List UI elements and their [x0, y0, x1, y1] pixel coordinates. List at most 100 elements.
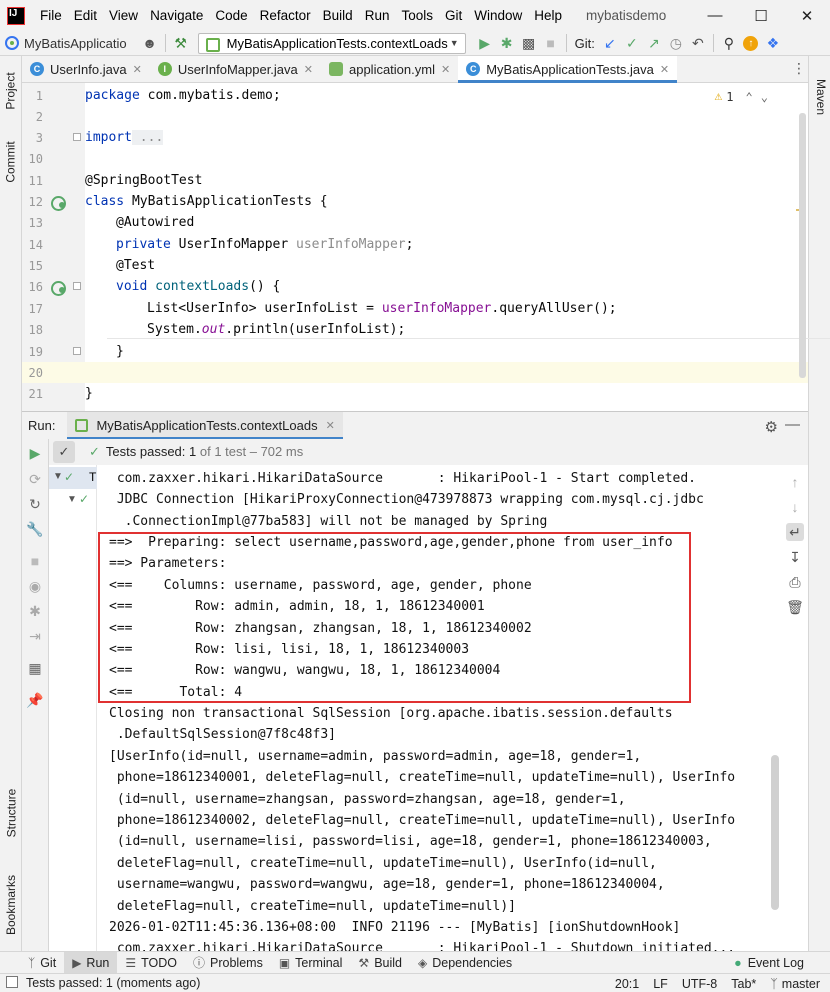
- close-tab-icon[interactable]: ✕: [441, 63, 450, 76]
- terminal-tool-button[interactable]: ▣ Terminal: [271, 952, 351, 974]
- tab-userinfomapper-java[interactable]: I UserInfoMapper.java ✕: [150, 56, 321, 82]
- debug-icon[interactable]: ✱: [26, 602, 44, 620]
- bookmarks-tool-tab[interactable]: Bookmarks: [0, 866, 22, 944]
- line-number: 14: [28, 237, 43, 252]
- fold-icon[interactable]: [73, 133, 81, 141]
- tool-button-label: Dependencies: [432, 955, 513, 970]
- todo-tool-button[interactable]: ☰ TODO: [117, 952, 185, 974]
- hide-panel-icon[interactable]: —: [785, 416, 800, 433]
- build-tool-button[interactable]: ⚒ Build: [350, 952, 410, 974]
- test-tree-root[interactable]: ▼ ✓ T: [49, 467, 97, 489]
- run-test-class-icon[interactable]: [51, 195, 66, 211]
- git-commit-icon[interactable]: ✓: [621, 32, 643, 54]
- update-icon[interactable]: ↑: [740, 32, 762, 54]
- fold-icon[interactable]: [73, 347, 81, 355]
- maximize-icon[interactable]: ☐: [738, 0, 784, 31]
- structure-tool-tab[interactable]: Structure: [0, 776, 22, 850]
- inspection-warnings[interactable]: ⚠ 1 ⌃ ⌄: [714, 89, 768, 104]
- menu-window[interactable]: Window: [468, 8, 528, 23]
- stop-icon[interactable]: ■: [540, 32, 562, 54]
- minimize-icon[interactable]: —: [692, 0, 738, 31]
- menu-git[interactable]: Git: [439, 8, 468, 23]
- toggle-autotest-icon[interactable]: ↻: [26, 495, 44, 513]
- project-tool-tab[interactable]: Project: [0, 62, 22, 120]
- arrow-down-icon[interactable]: ↓: [786, 498, 804, 516]
- more-tabs-icon[interactable]: ⋮: [792, 60, 806, 77]
- run-test-method-icon[interactable]: [51, 280, 66, 296]
- git-update-icon[interactable]: ↙: [599, 32, 621, 54]
- chevron-up-icon[interactable]: ⌃: [746, 90, 753, 104]
- git-history-icon[interactable]: ◷: [665, 32, 687, 54]
- caret-position[interactable]: 20:1: [615, 977, 639, 991]
- user-icon[interactable]: ☻: [139, 32, 161, 54]
- close-tab-icon[interactable]: ✕: [660, 63, 669, 76]
- gear-icon[interactable]: ⚙: [765, 418, 778, 436]
- chevron-down-icon[interactable]: ⌄: [761, 90, 768, 104]
- coverage-icon[interactable]: ▩: [518, 32, 540, 54]
- search-icon[interactable]: ⚲: [718, 32, 740, 54]
- menu-tools[interactable]: Tools: [395, 8, 439, 23]
- menu-edit[interactable]: Edit: [68, 8, 103, 23]
- git-push-icon[interactable]: ↗: [643, 32, 665, 54]
- test-tree[interactable]: ▼ ✓ T ▼ ✓: [49, 465, 97, 951]
- line-number: 12: [28, 194, 43, 209]
- run-icon[interactable]: ▶: [474, 32, 496, 54]
- indent-setting[interactable]: Tab*: [731, 977, 756, 991]
- scroll-to-end-icon[interactable]: ↧: [786, 548, 804, 566]
- menu-view[interactable]: View: [103, 8, 144, 23]
- menu-navigate[interactable]: Navigate: [144, 8, 209, 23]
- tab-application-yml[interactable]: application.yml ✕: [321, 56, 458, 82]
- menu-run[interactable]: Run: [359, 8, 396, 23]
- camera-icon[interactable]: ◉: [26, 577, 44, 595]
- menu-file[interactable]: File: [34, 8, 68, 23]
- dependencies-tool-button[interactable]: ◈ Dependencies: [410, 952, 520, 974]
- panel-toggle-icon[interactable]: [6, 976, 18, 988]
- maven-tool-tab[interactable]: Maven: [809, 62, 830, 122]
- build-hammer-icon[interactable]: ⚒: [170, 32, 192, 54]
- soft-wrap-icon[interactable]: ↵: [786, 523, 804, 541]
- file-encoding[interactable]: UTF-8: [682, 977, 717, 991]
- fold-icon[interactable]: [73, 282, 81, 290]
- console-output[interactable]: com.zaxxer.hikari.HikariDataSource : Hik…: [97, 465, 783, 951]
- close-tab-icon[interactable]: ✕: [326, 419, 335, 432]
- stop-icon[interactable]: ■: [26, 552, 44, 570]
- import-tests-icon[interactable]: ⇥: [26, 627, 44, 645]
- commit-tool-tab[interactable]: Commit: [0, 132, 22, 192]
- close-tab-icon[interactable]: ✕: [304, 63, 313, 76]
- git-branch-widget[interactable]: ᛉ master: [770, 977, 820, 991]
- problems-tool-button[interactable]: ⓘ Problems: [185, 952, 271, 974]
- menu-help[interactable]: Help: [528, 8, 568, 23]
- run-config-tab[interactable]: MyBatisApplicationTests.contextLoads ✕: [67, 411, 344, 440]
- layout-icon[interactable]: ▦: [26, 659, 44, 677]
- rollback-icon[interactable]: ↶: [687, 32, 709, 54]
- chevron-down-icon[interactable]: ▼: [67, 494, 77, 505]
- code-editor[interactable]: 1 package com.mybatis.demo; 2 3 import .…: [22, 83, 830, 411]
- tab-userinfo-java[interactable]: C UserInfo.java ✕: [22, 56, 150, 82]
- ide-logo-icon[interactable]: ❖: [762, 32, 784, 54]
- show-passed-toggle[interactable]: ✓: [53, 441, 75, 463]
- run-tool-button[interactable]: ▶ Run: [64, 951, 118, 974]
- tab-mybatisapplicationtests-java[interactable]: C MyBatisApplicationTests.java ✕: [458, 56, 678, 83]
- event-log-button[interactable]: ● Event Log: [734, 952, 804, 974]
- console-scrollbar[interactable]: [771, 755, 779, 910]
- close-icon[interactable]: ✕: [784, 0, 830, 31]
- wrench-icon[interactable]: 🔧: [26, 520, 44, 538]
- print-icon[interactable]: ⎙: [786, 573, 804, 591]
- close-tab-icon[interactable]: ✕: [133, 63, 142, 76]
- project-selector[interactable]: MyBatisApplicatio: [0, 36, 127, 51]
- trash-icon[interactable]: 🗑: [786, 598, 804, 616]
- chevron-down-icon[interactable]: ▼: [53, 471, 63, 482]
- debug-icon[interactable]: ✱: [496, 32, 518, 54]
- folded-imports[interactable]: ...: [131, 130, 164, 145]
- git-tool-button[interactable]: ᛉ Git: [0, 952, 64, 974]
- pin-icon[interactable]: 📌: [26, 691, 44, 709]
- menu-build[interactable]: Build: [317, 8, 359, 23]
- arrow-up-icon[interactable]: ↑: [786, 473, 804, 491]
- editor-scrollbar[interactable]: [799, 113, 806, 378]
- rerun-failed-icon[interactable]: ⟳: [26, 470, 44, 488]
- menu-code[interactable]: Code: [209, 8, 253, 23]
- menu-refactor[interactable]: Refactor: [254, 8, 317, 23]
- run-config-selector[interactable]: MyBatisApplicationTests.contextLoads ▼: [197, 32, 466, 54]
- line-separator[interactable]: LF: [653, 977, 668, 991]
- rerun-icon[interactable]: ▶: [26, 444, 44, 462]
